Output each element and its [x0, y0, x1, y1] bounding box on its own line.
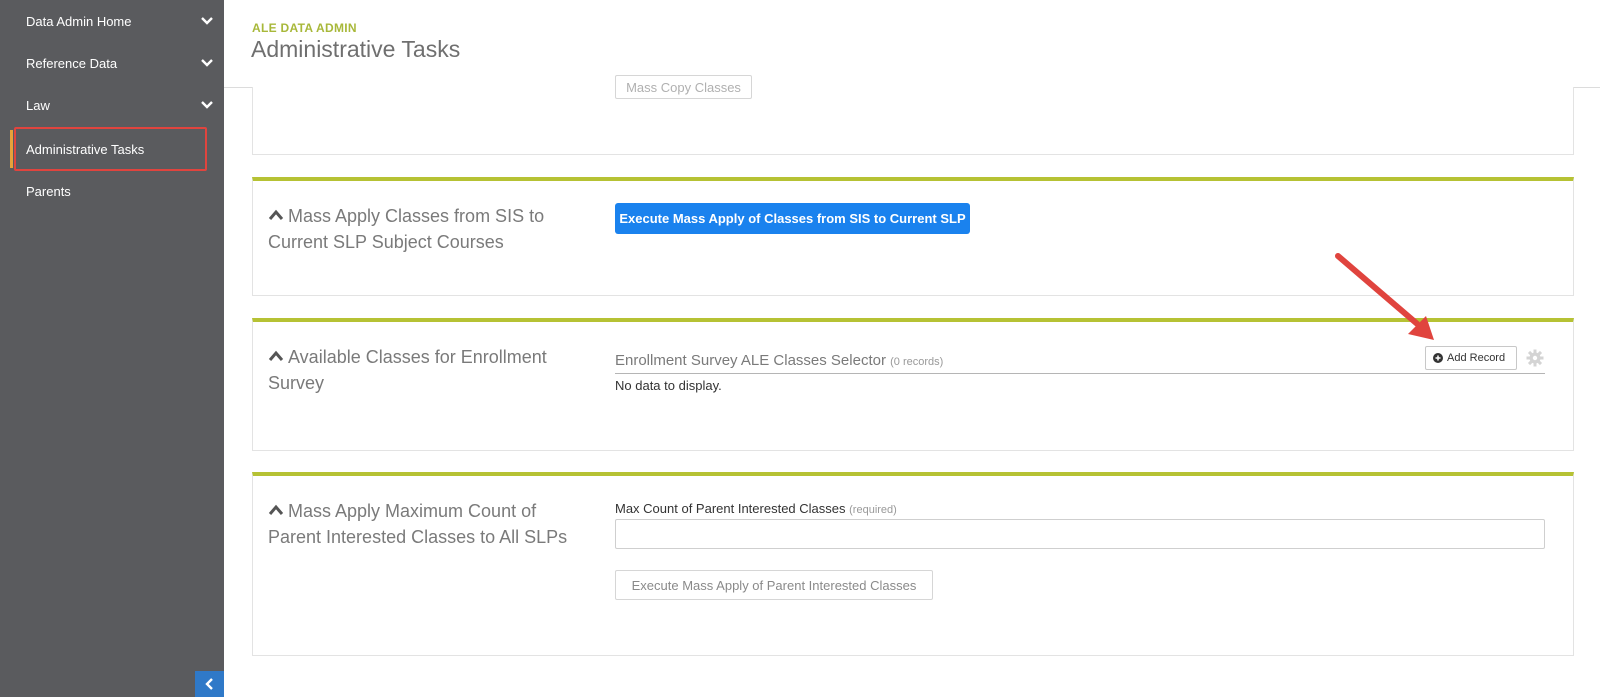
execute-mass-apply-sis-button[interactable]: Execute Mass Apply of Classes from SIS t…	[615, 203, 970, 234]
chevron-down-icon	[201, 17, 213, 25]
selector-title: Enrollment Survey ALE Classes Selector (…	[615, 352, 943, 369]
sidebar-item-parents[interactable]: Parents	[0, 170, 224, 212]
execute-mass-apply-parent-interested-button[interactable]: Execute Mass Apply of Parent Interested …	[615, 570, 933, 600]
required-indicator: (required)	[849, 504, 897, 516]
add-record-button[interactable]: Add Record	[1425, 346, 1517, 370]
panel-title-text: Available Classes for Enrollment Survey	[268, 347, 547, 393]
sidebar-item-law[interactable]: Law	[0, 84, 224, 126]
plus-circle-icon	[1433, 353, 1443, 363]
max-count-input[interactable]	[615, 519, 1545, 549]
page-title: Administrative Tasks	[251, 36, 461, 62]
sidebar-item-label: Reference Data	[26, 55, 118, 71]
gear-icon[interactable]	[1526, 349, 1544, 367]
panel-title-text: Mass Apply Classes from SIS to Current S…	[268, 206, 545, 252]
sidebar-collapse-button[interactable]	[195, 671, 224, 697]
sidebar-item-label: Data Admin Home	[26, 13, 132, 29]
panel-title[interactable]: Mass Apply Maximum Count of Parent Inter…	[268, 498, 568, 550]
field-label-text: Max Count of Parent Interested Classes	[615, 501, 846, 516]
chevron-down-icon	[201, 101, 213, 109]
max-count-field-label: Max Count of Parent Interested Classes (…	[615, 501, 897, 516]
sidebar-item-reference-data[interactable]: Reference Data	[0, 42, 224, 84]
panel-mass-copy: Mass Copy Classes	[252, 75, 1574, 155]
panel-title[interactable]: Mass Apply Classes from SIS to Current S…	[268, 203, 568, 255]
sidebar-item-data-admin-home[interactable]: Data Admin Home	[0, 0, 224, 42]
annotation-arrow-icon	[1335, 253, 1434, 340]
button-label: Mass Copy Classes	[626, 79, 741, 95]
chevron-up-icon	[268, 350, 284, 361]
sidebar: Data Admin Home Reference Data Law Admin…	[0, 0, 224, 697]
chevron-up-icon	[268, 504, 284, 515]
record-count: (0 records)	[890, 356, 944, 368]
selector-divider	[615, 373, 1545, 374]
sidebar-item-label: Parents	[26, 183, 71, 199]
empty-state-text: No data to display.	[615, 378, 722, 393]
page-header: ALE DATA ADMIN Administrative Tasks	[224, 0, 1600, 88]
chevron-up-icon	[268, 209, 284, 220]
annotation-highlight-box	[14, 127, 207, 171]
button-label: Add Record	[1447, 352, 1506, 364]
button-label: Execute Mass Apply of Parent Interested …	[631, 577, 917, 593]
panel-title[interactable]: Available Classes for Enrollment Survey	[268, 344, 568, 396]
sidebar-item-label: Law	[26, 97, 50, 113]
app-name: ALE DATA ADMIN	[252, 21, 357, 35]
chevron-left-icon	[204, 678, 213, 690]
panel-title-text: Mass Apply Maximum Count of Parent Inter…	[268, 501, 568, 547]
panel-max-count: Mass Apply Maximum Count of Parent Inter…	[252, 472, 1574, 656]
mass-copy-classes-button[interactable]: Mass Copy Classes	[615, 75, 752, 99]
chevron-down-icon	[201, 59, 213, 67]
button-label: Execute Mass Apply of Classes from SIS t…	[619, 211, 966, 226]
selector-title-text: Enrollment Survey ALE Classes Selector	[615, 352, 886, 369]
